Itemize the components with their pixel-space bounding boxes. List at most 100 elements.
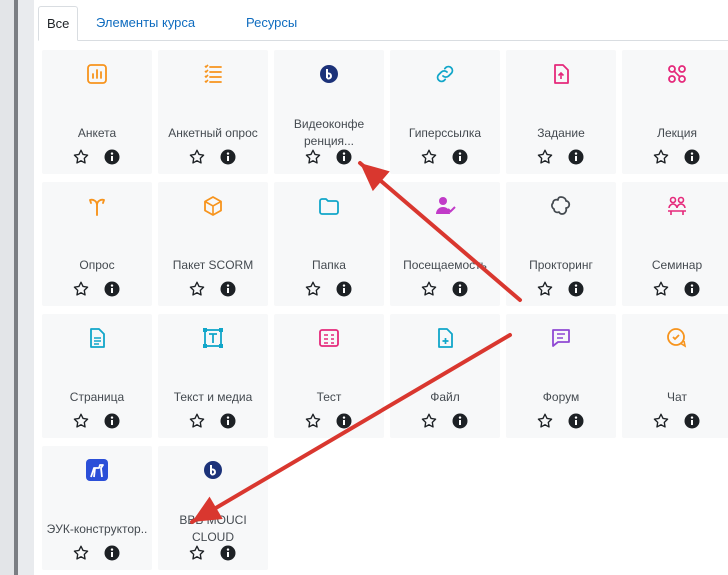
activity-actions — [72, 544, 124, 562]
star-icon[interactable] — [188, 148, 206, 166]
star-icon[interactable] — [304, 280, 322, 298]
activity-name: BBB MOUCI CLOUD — [179, 513, 247, 544]
star-icon[interactable] — [188, 412, 206, 430]
info-icon[interactable] — [452, 413, 468, 429]
activity-name: Анкетный опрос — [168, 125, 258, 140]
activity-actions — [652, 280, 704, 298]
activity-actions — [188, 148, 240, 166]
activity-card[interactable]: Лекция — [622, 50, 728, 174]
activity-card[interactable]: Пакет SCORM — [158, 182, 268, 306]
activity-actions — [188, 544, 240, 562]
activity-card[interactable]: Страница — [42, 314, 152, 438]
activity-card[interactable]: Форум — [506, 314, 616, 438]
activity-card[interactable]: BBB MOUCI CLOUD — [158, 446, 268, 570]
star-icon[interactable] — [652, 280, 670, 298]
activity-actions — [652, 412, 704, 430]
star-icon[interactable] — [652, 148, 670, 166]
assignment-icon — [549, 62, 573, 86]
activity-card[interactable]: Опрос — [42, 182, 152, 306]
info-icon[interactable] — [568, 413, 584, 429]
activity-name: Пакет SCORM — [172, 257, 254, 272]
star-icon[interactable] — [188, 544, 206, 562]
star-icon[interactable] — [536, 148, 554, 166]
activity-name: Анкета — [77, 125, 117, 140]
info-icon[interactable] — [104, 413, 120, 429]
activity-actions — [420, 148, 472, 166]
star-icon[interactable] — [420, 148, 438, 166]
star-icon[interactable] — [72, 544, 90, 562]
activity-card[interactable]: Посещаемость — [390, 182, 500, 306]
star-icon[interactable] — [536, 280, 554, 298]
activity-card[interactable]: Прокторинг — [506, 182, 616, 306]
activity-card[interactable]: Чат — [622, 314, 728, 438]
info-icon[interactable] — [220, 545, 236, 561]
activity-name: Страница — [69, 389, 125, 404]
activity-chooser-panel: Все Элементы курса Ресурсы Анкета Анкетны… — [34, 0, 728, 575]
tab-course-elements[interactable]: Элементы курса — [88, 6, 203, 40]
star-icon[interactable] — [72, 280, 90, 298]
link-icon — [433, 62, 457, 86]
activity-name: Опрос — [79, 257, 115, 272]
activity-card[interactable]: Гиперссылка — [390, 50, 500, 174]
activity-name: Посещаемость — [403, 257, 487, 272]
info-icon[interactable] — [568, 149, 584, 165]
info-icon[interactable] — [220, 281, 236, 297]
info-icon[interactable] — [104, 281, 120, 297]
activity-actions — [72, 148, 124, 166]
activity-card[interactable]: Файл — [390, 314, 500, 438]
activity-actions — [72, 412, 124, 430]
activity-card[interactable]: Задание — [506, 50, 616, 174]
info-icon[interactable] — [336, 149, 352, 165]
folder-icon — [317, 194, 341, 218]
activity-actions — [304, 148, 356, 166]
activity-card[interactable]: ЭУК-конструктор.. — [42, 446, 152, 570]
tab-all[interactable]: Все — [38, 6, 79, 41]
info-icon[interactable] — [220, 149, 236, 165]
tab-resources[interactable]: Ресурсы — [238, 6, 305, 40]
info-icon[interactable] — [220, 413, 236, 429]
activity-card[interactable]: Тест — [274, 314, 384, 438]
info-icon[interactable] — [684, 149, 700, 165]
activity-actions — [188, 412, 240, 430]
activity-card[interactable]: Текст и медиа — [158, 314, 268, 438]
info-icon[interactable] — [104, 149, 120, 165]
info-icon[interactable] — [684, 281, 700, 297]
star-icon[interactable] — [536, 412, 554, 430]
star-icon[interactable] — [304, 148, 322, 166]
activity-name: Папка — [312, 257, 346, 272]
activity-card[interactable]: Видеоконфе ренция... — [274, 50, 384, 174]
activity-actions — [420, 280, 472, 298]
activity-actions — [304, 412, 356, 430]
activity-card[interactable]: Анкетный опрос — [158, 50, 268, 174]
star-icon[interactable] — [420, 412, 438, 430]
star-icon[interactable] — [420, 280, 438, 298]
activity-actions — [304, 280, 356, 298]
info-icon[interactable] — [104, 545, 120, 561]
info-icon[interactable] — [452, 149, 468, 165]
activity-actions — [188, 280, 240, 298]
info-icon[interactable] — [452, 281, 468, 297]
info-icon[interactable] — [568, 281, 584, 297]
star-icon[interactable] — [72, 148, 90, 166]
activity-actions — [536, 412, 588, 430]
activity-name: Форум — [542, 389, 580, 404]
lesson-icon — [665, 62, 689, 86]
forum-icon — [549, 326, 573, 350]
activity-actions — [652, 148, 704, 166]
activity-card[interactable]: Анкета — [42, 50, 152, 174]
activity-name: Чат — [667, 389, 687, 404]
bbb-icon — [317, 62, 341, 86]
activity-actions — [420, 412, 472, 430]
star-icon[interactable] — [72, 412, 90, 430]
activity-card[interactable]: Папка — [274, 182, 384, 306]
activity-name: Задание — [537, 125, 585, 140]
info-icon[interactable] — [336, 281, 352, 297]
page-icon — [85, 326, 109, 350]
star-icon[interactable] — [188, 280, 206, 298]
info-icon[interactable] — [336, 413, 352, 429]
star-icon[interactable] — [652, 412, 670, 430]
star-icon[interactable] — [304, 412, 322, 430]
activity-card[interactable]: Семинар — [622, 182, 728, 306]
activity-name: Текст и медиа — [173, 389, 253, 404]
info-icon[interactable] — [684, 413, 700, 429]
